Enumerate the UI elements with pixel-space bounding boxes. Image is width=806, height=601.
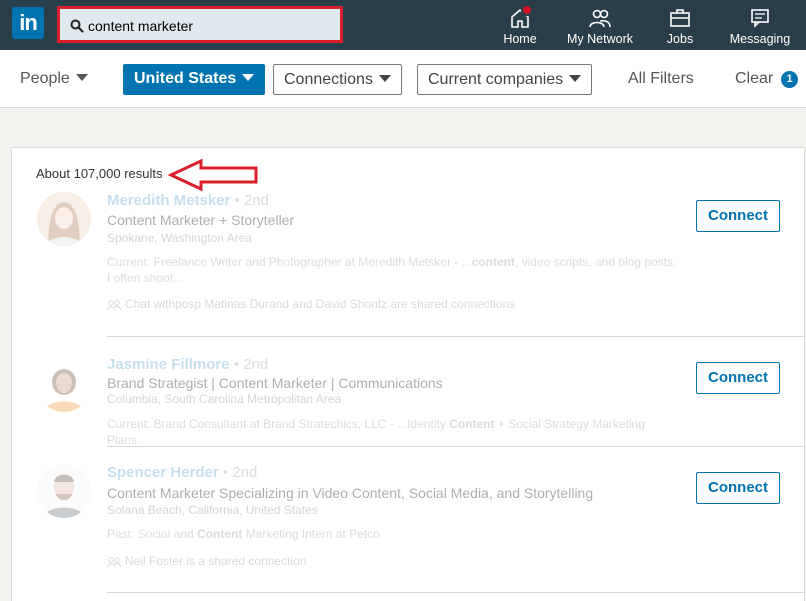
shared-connections-text: Neil Foster is a shared connection [125,554,307,568]
snippet-text: Marketing Intern at Petco [242,527,380,541]
profile-photo-icon [37,192,91,246]
profile-photo-icon [37,464,91,518]
snippet-text: Past: Social and [107,527,198,541]
shared-connections-icon [107,300,121,310]
result-name-text: Meredith Metsker [107,192,231,209]
search-input[interactable] [88,16,328,36]
results-count: About 107,000 results [36,166,163,181]
linkedin-logo[interactable]: in [12,7,44,39]
people-filter[interactable]: People [20,64,88,95]
nav-home[interactable]: Home [497,0,543,50]
connection-degree: • 2nd [234,192,269,209]
result-snippet: Current: Freelance Writer and Photograph… [107,254,677,286]
chevron-down-icon [569,74,582,82]
result-name-text: Spencer Herder [107,464,219,481]
result-name-text: Jasmine Fillmore [107,356,230,373]
chevron-down-icon [75,73,88,81]
connect-button[interactable]: Connect [696,362,780,394]
connections-filter[interactable]: Connections [273,64,402,95]
search-box[interactable] [57,6,343,43]
current-companies-filter-label: Current companies [428,71,564,88]
chevron-down-icon [242,73,255,81]
messaging-icon [751,9,769,28]
result-divider [107,446,805,447]
result-name[interactable]: Spencer Herder • 2nd [107,464,257,481]
avatar[interactable] [37,358,91,412]
filter-bar: People United States Connections Current… [0,50,806,108]
connect-button[interactable]: Connect [696,200,780,232]
nav-home-label: Home [503,32,537,46]
avatar[interactable] [37,192,91,246]
location-filter[interactable]: United States [123,64,266,95]
people-filter-label: People [20,70,70,87]
snippet-text: Current: Freelance Writer and Photograph… [107,255,472,269]
location-filter-label: United States [134,70,237,87]
snippet-keyword: content [471,255,515,269]
top-navigation: in Home My Network Jobs [0,0,806,50]
result-name[interactable]: Meredith Metsker • 2nd [107,192,269,209]
result-divider [107,592,805,593]
nav-jobs[interactable]: Jobs [660,0,700,50]
snippet-text: Current: Brand Consultant at Brand Strat… [107,417,450,431]
nav-my-network-label: My Network [567,32,633,46]
search-icon [70,19,84,33]
nav-messaging-label: Messaging [729,32,791,46]
current-companies-filter[interactable]: Current companies [417,64,593,95]
annotation-arrow-icon [168,158,258,192]
clear-button[interactable]: Clear [735,64,773,95]
result-location: Solana Beach, California, United States [107,503,318,517]
connect-button[interactable]: Connect [696,472,780,504]
nav-messaging[interactable]: Messaging [728,0,792,50]
shared-connections-icon [107,557,121,567]
result-name[interactable]: Jasmine Fillmore • 2nd [107,356,268,373]
snippet-keyword: Content [197,527,243,541]
clear-count-badge: 1 [781,71,798,88]
notification-dot [521,4,533,16]
result-location: Spokane, Washington Area [107,231,252,245]
snippet-keyword: Content [449,417,495,431]
result-snippet: Past: Social and Content Marketing Inter… [107,526,677,542]
result-headline: Content Marketer Specializing in Video C… [107,485,594,501]
chevron-down-icon [378,74,391,82]
result-headline: Content Marketer + Storyteller [107,212,295,228]
connection-degree: • 2nd [233,356,269,373]
all-filters-button[interactable]: All Filters [628,64,694,95]
nav-my-network[interactable]: My Network [562,0,638,50]
result-snippet: Current: Brand Consultant at Brand Strat… [107,416,677,448]
result-headline: Brand Strategist | Content Marketer | Co… [107,375,443,391]
connection-degree: • 2nd [222,464,258,481]
shared-connections: Neil Foster is a shared connection [107,554,306,568]
nav-jobs-label: Jobs [666,32,694,46]
network-icon [589,9,611,28]
connections-filter-label: Connections [284,71,373,88]
profile-photo-icon [37,358,91,412]
shared-connections: Chat withposp Matinas Durand and David S… [107,297,515,311]
avatar[interactable] [37,464,91,518]
jobs-icon [670,9,690,27]
shared-connections-text: Chat withposp Matinas Durand and David S… [125,297,516,311]
result-divider [107,336,805,337]
result-location: Columbia, South Carolina Metropolitan Ar… [107,392,342,406]
